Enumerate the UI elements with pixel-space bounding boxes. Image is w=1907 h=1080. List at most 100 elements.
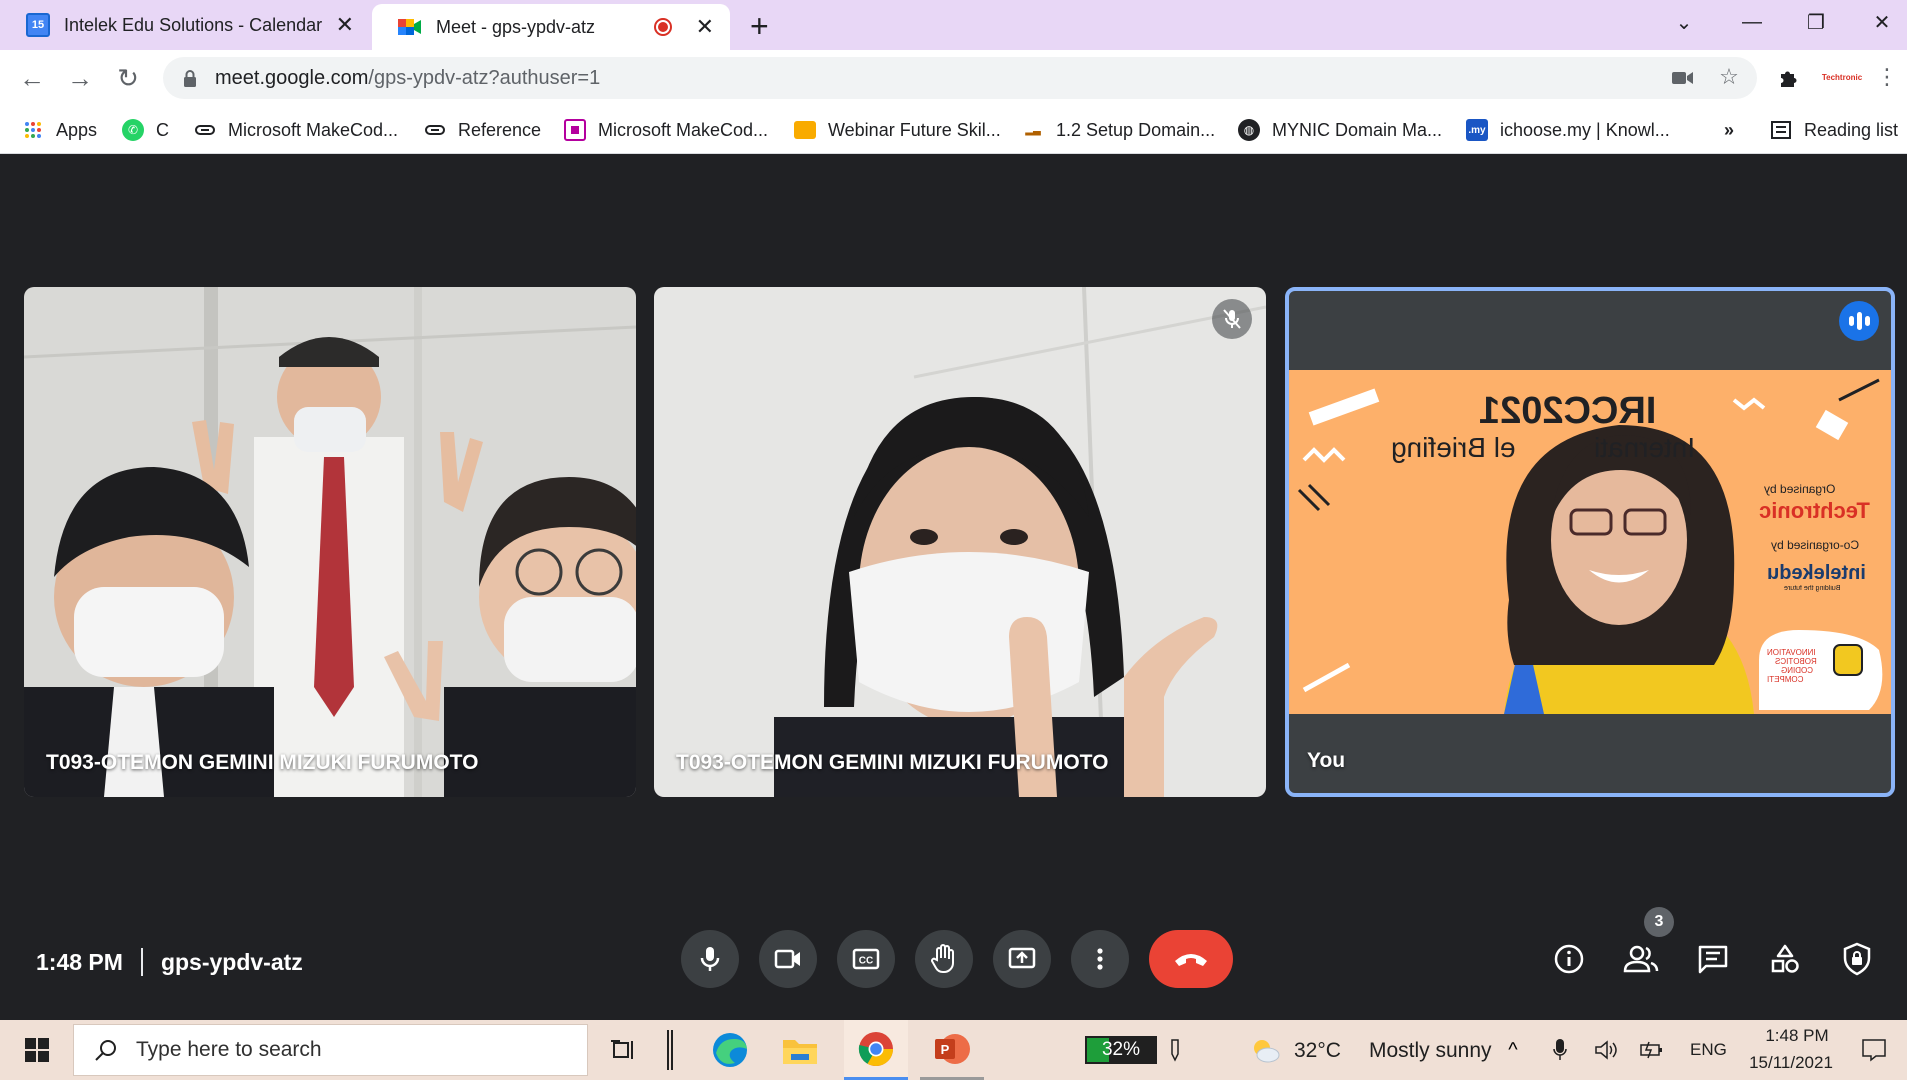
task-view-icon[interactable] (600, 1020, 646, 1080)
reload-icon[interactable]: ↻ (110, 60, 146, 96)
address-bar[interactable]: meet.google.com/gps-ypdv-atz?authuser=1 (163, 57, 1757, 99)
profile-avatar[interactable]: Techtronic (1818, 64, 1866, 90)
show-hidden-icons-icon[interactable]: ^ (1497, 1020, 1529, 1080)
close-tab-icon[interactable]: ✕ (336, 12, 354, 38)
weather-temp[interactable]: 32°C (1294, 1039, 1341, 1063)
windows-start-icon[interactable] (14, 1020, 60, 1080)
battery-widget[interactable]: 32% (1085, 1020, 1157, 1080)
present-screen-button[interactable] (993, 930, 1051, 988)
meeting-details: 1:48 PM gps-ypdv-atz (36, 948, 303, 976)
link-icon (194, 119, 216, 141)
minimize-icon[interactable]: — (1722, 0, 1782, 44)
bookmark-mynic[interactable]: ◍ MYNIC Domain Ma... (1238, 116, 1442, 144)
new-tab-icon[interactable]: + (750, 8, 769, 45)
bookmark-star-icon[interactable]: ☆ (1716, 64, 1742, 90)
raise-hand-button[interactable] (915, 930, 973, 988)
reading-list-button[interactable]: Reading list (1770, 116, 1898, 144)
host-controls-button[interactable] (1833, 935, 1881, 983)
more-bookmarks-icon[interactable]: » (1724, 116, 1734, 144)
end-call-icon (1175, 954, 1207, 966)
browser-toolbar: ← → ↻ meet.google.com/gps-ypdv-atz?authu… (0, 50, 1907, 106)
activities-button[interactable] (1761, 935, 1809, 983)
participant-tile-2[interactable]: T093-OTEMON GEMINI MIZUKI FURUMOTO (654, 287, 1266, 797)
file-explorer-icon[interactable] (770, 1020, 830, 1080)
meeting-time: 1:48 PM (36, 948, 123, 975)
bookmark-makecode-2[interactable]: Microsoft MakeCod... (564, 116, 768, 144)
camera-button[interactable] (759, 930, 817, 988)
clock-time[interactable]: 1:48 PM (1757, 1026, 1837, 1046)
whatsapp-icon: ✆ (122, 119, 144, 141)
clock-date[interactable]: 15/11/2021 (1739, 1053, 1843, 1073)
slide-badge-line-4: COMPETI (1767, 675, 1804, 684)
forward-icon[interactable]: → (62, 60, 98, 96)
google-meet-icon (398, 15, 422, 39)
svg-text:CC: CC (859, 956, 873, 967)
microphone-in-use-icon[interactable] (1546, 1020, 1574, 1080)
more-options-button[interactable] (1071, 930, 1129, 988)
tab-title: Intelek Edu Solutions - Calendar (64, 14, 323, 35)
participant-video-1 (24, 287, 636, 797)
chat-button[interactable] (1689, 935, 1737, 983)
leave-call-button[interactable] (1149, 930, 1233, 988)
volume-icon[interactable] (1592, 1020, 1622, 1080)
more-vert-icon (1097, 948, 1103, 970)
my-icon: .my (1466, 119, 1488, 141)
link-icon (424, 119, 446, 141)
bookmark-label: Microsoft MakeCod... (228, 119, 399, 140)
slide-organiser: Techtronic (1759, 498, 1870, 523)
weather-condition[interactable]: Mostly sunny (1369, 1039, 1492, 1063)
raise-hand-icon (931, 944, 954, 974)
globe-icon: ◍ (1238, 119, 1260, 141)
camera-in-use-icon[interactable] (1670, 65, 1696, 91)
people-button[interactable] (1617, 935, 1665, 983)
notifications-icon[interactable] (1854, 1020, 1894, 1080)
restore-icon[interactable]: ❐ (1786, 0, 1846, 44)
bookmark-setup-domain[interactable]: ▂▃ 1.2 Setup Domain... (1022, 116, 1215, 144)
extensions-icon[interactable] (1776, 64, 1802, 90)
participant-name-2: T093-OTEMON GEMINI MIZUKI FURUMOTO (676, 751, 1109, 774)
bookmark-label: Webinar Future Skil... (828, 119, 1001, 140)
close-window-icon[interactable]: ✕ (1852, 0, 1907, 44)
chrome-taskbar-icon[interactable] (844, 1020, 908, 1080)
bookmark-ichoose[interactable]: .my ichoose.my | Knowl... (1466, 116, 1670, 144)
self-view-tile[interactable]: IRCC2021 el Briefing Internati Organised… (1285, 287, 1895, 797)
bookmark-apps[interactable]: Apps (22, 116, 97, 144)
speaking-indicator-icon (1839, 301, 1879, 341)
back-icon[interactable]: ← (14, 60, 50, 96)
slide-badge-line-1: INNOVATION (1767, 648, 1816, 657)
pen-icon[interactable] (1160, 1020, 1190, 1080)
widgets-divider-icon[interactable] (660, 1020, 680, 1080)
bookmark-reference[interactable]: Reference (424, 116, 541, 144)
input-language[interactable]: ENG (1690, 1040, 1727, 1060)
slide-co-organiser: intelekedu (1767, 562, 1866, 584)
info-icon (1554, 944, 1584, 974)
slide-tagline: Building the future (1784, 585, 1841, 592)
edge-icon[interactable] (700, 1020, 760, 1080)
search-icon (95, 1040, 116, 1061)
power-plug-icon[interactable] (1638, 1020, 1668, 1080)
bookmark-webinar[interactable]: Webinar Future Skil... (794, 116, 1001, 144)
folder-icon (794, 121, 816, 139)
bookmark-makecode-1[interactable]: Microsoft MakeCod... (194, 116, 398, 144)
captions-button[interactable]: CC (837, 930, 895, 988)
participant-tile-1[interactable]: T093-OTEMON GEMINI MIZUKI FURUMOTO (24, 287, 636, 797)
powerpoint-icon[interactable]: P (920, 1020, 984, 1080)
tab-meet[interactable]: Meet - gps-ypdv-atz ✕ (372, 4, 730, 50)
taskbar-search-input[interactable]: Type here to search (73, 1024, 588, 1076)
slide-badge-line-3: CODING (1781, 666, 1813, 675)
close-tab-icon[interactable]: ✕ (696, 14, 714, 40)
search-placeholder: Type here to search (136, 1038, 322, 1061)
tab-calendar[interactable]: 15 Intelek Edu Solutions - Calendar ✕ (0, 0, 370, 50)
meeting-info-button[interactable] (1545, 935, 1593, 983)
tab-search-icon[interactable]: ⌄ (1654, 0, 1714, 44)
slide-badge-line-2: ROBOTICS (1775, 657, 1817, 666)
bookmark-label: ichoose.my | Knowl... (1500, 119, 1670, 140)
menu-kebab-icon[interactable]: ⋮ (1874, 64, 1900, 90)
weather-sunny-icon[interactable] (1245, 1020, 1285, 1080)
bookmark-whatsapp[interactable]: ✆ C (122, 116, 169, 144)
microphone-button[interactable] (681, 930, 739, 988)
lock-icon (183, 70, 197, 87)
windows-taskbar: Type here to search P 32% 32°C Mostly su… (0, 1020, 1907, 1080)
self-name: You (1307, 749, 1346, 772)
calendar-icon: 15 (26, 13, 50, 37)
